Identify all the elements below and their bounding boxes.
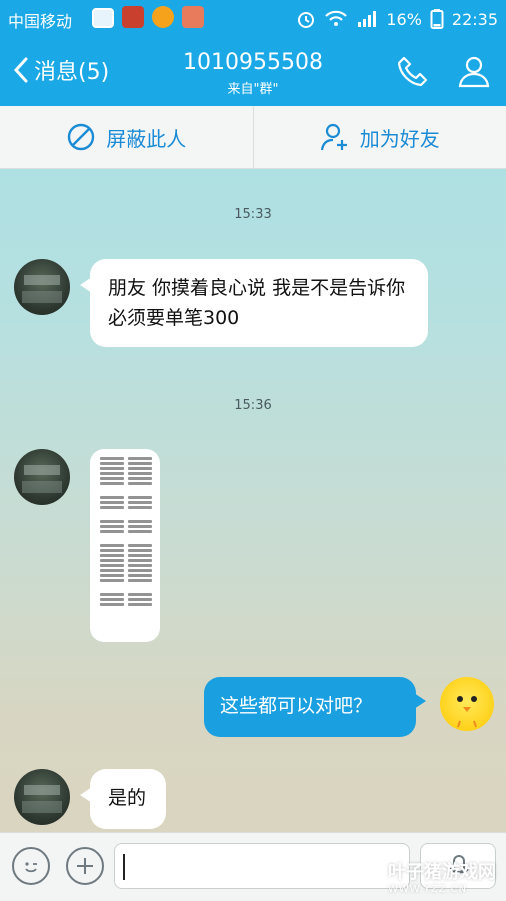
- block-button[interactable]: 屏蔽此人: [0, 106, 253, 168]
- battery-percent: 16%: [386, 10, 422, 29]
- gallery-icon: [92, 8, 114, 28]
- avatar[interactable]: [14, 769, 70, 825]
- block-label: 屏蔽此人: [106, 123, 186, 152]
- status-bar: 中国移动 16% 22:35: [0, 0, 506, 36]
- battery-icon: [430, 8, 444, 30]
- clock: 22:35: [452, 10, 498, 29]
- image-message[interactable]: [90, 449, 160, 642]
- plus-icon: [74, 855, 96, 877]
- carrier-label: 中国移动: [8, 8, 72, 32]
- wifi-icon: [324, 9, 348, 29]
- watermark-brand: 叶子猪游戏网: [388, 862, 496, 883]
- notification-icons: [92, 6, 204, 28]
- chat-title: 1010955508: [0, 50, 506, 75]
- alarm-icon: [296, 9, 316, 29]
- game-character-icon: [182, 6, 204, 28]
- chick-avatar-icon: [440, 677, 494, 731]
- timestamp: 15:33: [0, 207, 506, 222]
- signal-icon: [356, 9, 378, 29]
- stranger-action-bar: 屏蔽此人 加为好友: [0, 106, 506, 169]
- status-right: 16% 22:35: [296, 8, 498, 30]
- message-bubble: 这些都可以对吧？: [204, 677, 416, 737]
- game-app-icon: [122, 6, 144, 28]
- avatar[interactable]: [14, 449, 70, 505]
- message-bubble: 朋友 你摸着良心说 我是不是告诉你必须要单笔300: [90, 259, 428, 347]
- emoji-button[interactable]: [12, 847, 50, 885]
- uc-browser-icon: [152, 6, 174, 28]
- avatar[interactable]: [440, 677, 494, 731]
- image-thumbnail: [100, 457, 152, 634]
- add-friend-label: 加为好友: [360, 123, 440, 152]
- profile-icon[interactable]: [456, 54, 492, 88]
- emoji-icon: [19, 854, 43, 878]
- add-friend-button[interactable]: 加为好友: [254, 106, 506, 168]
- avatar[interactable]: [14, 259, 70, 315]
- phone-icon[interactable]: [396, 54, 430, 88]
- message-input[interactable]: [114, 843, 410, 889]
- chat-subtitle: 来自"群": [0, 78, 506, 97]
- message-bubble: 是的: [90, 769, 166, 829]
- timestamp: 15:36: [0, 398, 506, 413]
- text-caret: [123, 854, 125, 880]
- plus-button[interactable]: [66, 847, 104, 885]
- add-friend-icon: [320, 122, 350, 152]
- watermark: 叶子猪游戏网 WWW.YZZ.CN: [388, 858, 496, 895]
- chat-header: 消息(5) 1010955508 来自"群": [0, 36, 506, 106]
- watermark-url: WWW.YZZ.CN: [388, 884, 496, 895]
- block-icon: [66, 122, 96, 152]
